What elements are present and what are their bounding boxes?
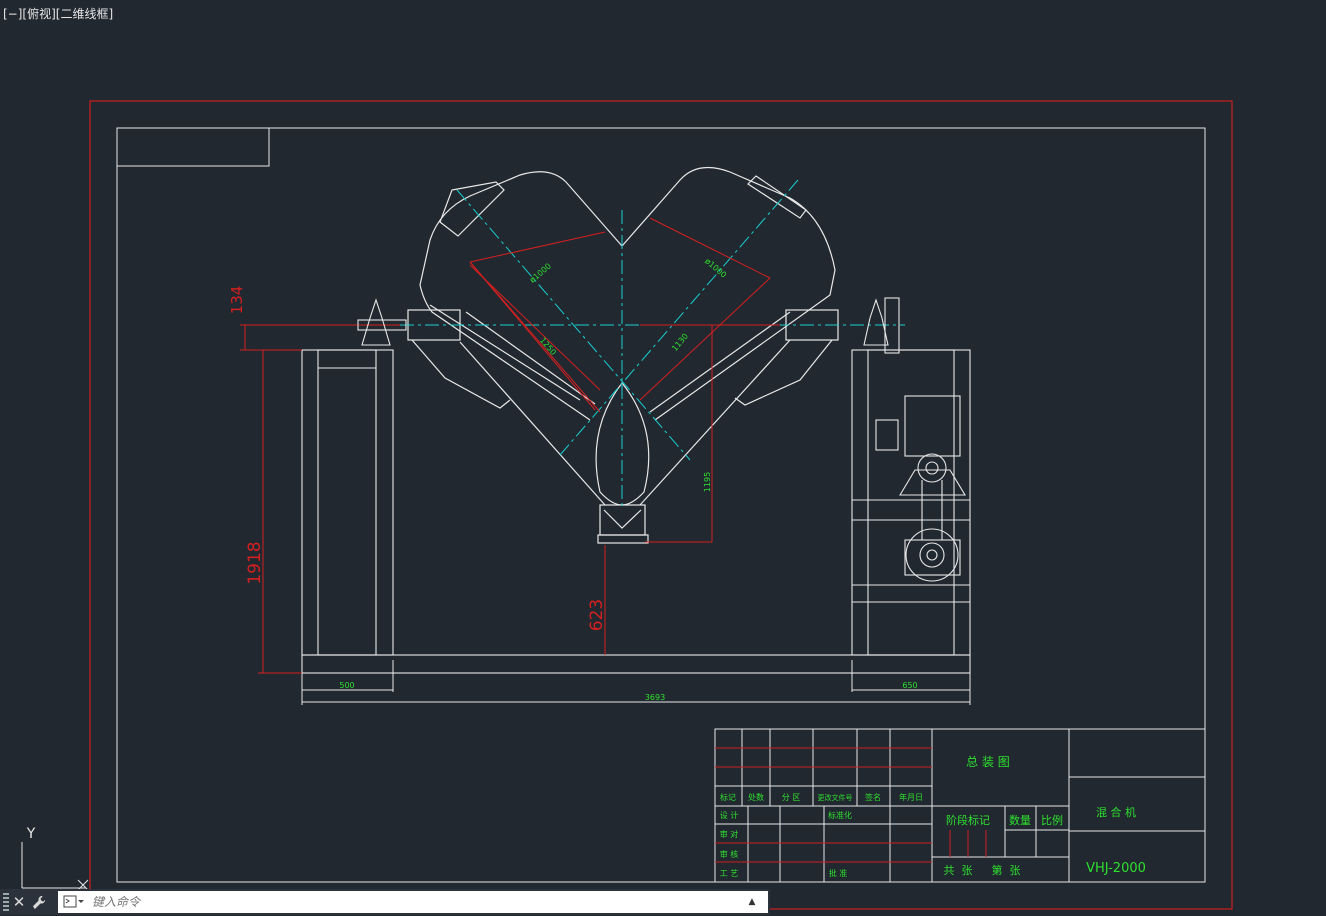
ucs-y-label: Y	[26, 826, 36, 842]
tb-quantity: 数量	[1009, 814, 1031, 827]
title-block-texts: 标记 处数 分 区 更改文件号 签名 年月日 设 计 审 对 审 核 工 艺 标…	[720, 755, 1146, 878]
tb-row-process: 工 艺	[720, 869, 739, 878]
tb-drawing-name: 总 装 图	[966, 755, 1010, 769]
tb-header-sign: 签名	[865, 792, 881, 802]
center-lines	[350, 179, 905, 510]
command-prompt-icon[interactable]	[58, 891, 90, 913]
tb-header-mark: 标记	[720, 792, 736, 802]
tb-approve: 批 准	[829, 868, 848, 878]
tb-row-review: 审 核	[720, 849, 739, 859]
tb-sheets-total: 共 张	[944, 864, 973, 877]
dim-1918: 1918	[245, 541, 265, 584]
tb-stage-mark: 阶段标记	[946, 813, 990, 827]
base-frame	[301, 654, 971, 674]
tb-scale: 比例	[1041, 813, 1063, 827]
title-block-red-lines	[715, 747, 987, 863]
tb-sheet-no: 第 张	[992, 863, 1021, 877]
dim-diam-left: ø1000	[528, 262, 553, 285]
dim-1195: 1195	[703, 472, 712, 492]
dim-623: 623	[587, 599, 607, 631]
inner-frame	[116, 127, 1206, 883]
dim-650: 650	[902, 681, 917, 690]
command-input-wrap: ▲	[58, 891, 768, 913]
command-input[interactable]	[90, 894, 744, 910]
tb-standardization: 标准化	[828, 810, 852, 820]
tb-header-doc: 更改文件号	[818, 793, 853, 802]
tb-product-name: 混 合 机	[1096, 805, 1136, 819]
dimension-lines-white	[301, 660, 971, 705]
v-blender-body	[407, 166, 839, 544]
ucs-axis-icon	[21, 842, 89, 891]
command-bar: ✕ ▲	[0, 889, 770, 915]
tb-model: VHJ-2000	[1086, 861, 1146, 876]
tb-header-count: 处数	[748, 792, 764, 802]
dim-134: 134	[228, 286, 246, 315]
chevron-up-icon[interactable]: ▲	[744, 897, 760, 907]
tb-row-design: 设 计	[720, 810, 739, 820]
red-internal-dims	[263, 217, 780, 413]
dimension-lines	[240, 324, 713, 674]
dim-diam-right: ø1000	[703, 257, 728, 280]
dim-500: 500	[339, 681, 354, 690]
top-left-box	[116, 127, 270, 167]
right-support	[851, 297, 971, 656]
outer-border	[89, 100, 1233, 910]
dim-1130: 1130	[670, 332, 690, 353]
dim-3693: 3693	[645, 693, 665, 702]
drawing-canvas[interactable]: 134 1918 623 500 3693 650 ø1000 ø1000 12…	[0, 0, 1326, 916]
close-icon[interactable]: ✕	[9, 891, 29, 913]
tb-header-date: 年月日	[899, 792, 923, 802]
tb-row-check: 审 对	[720, 829, 739, 839]
left-support	[301, 298, 407, 656]
tb-header-zone: 分 区	[782, 793, 801, 802]
wrench-icon[interactable]	[29, 891, 49, 913]
